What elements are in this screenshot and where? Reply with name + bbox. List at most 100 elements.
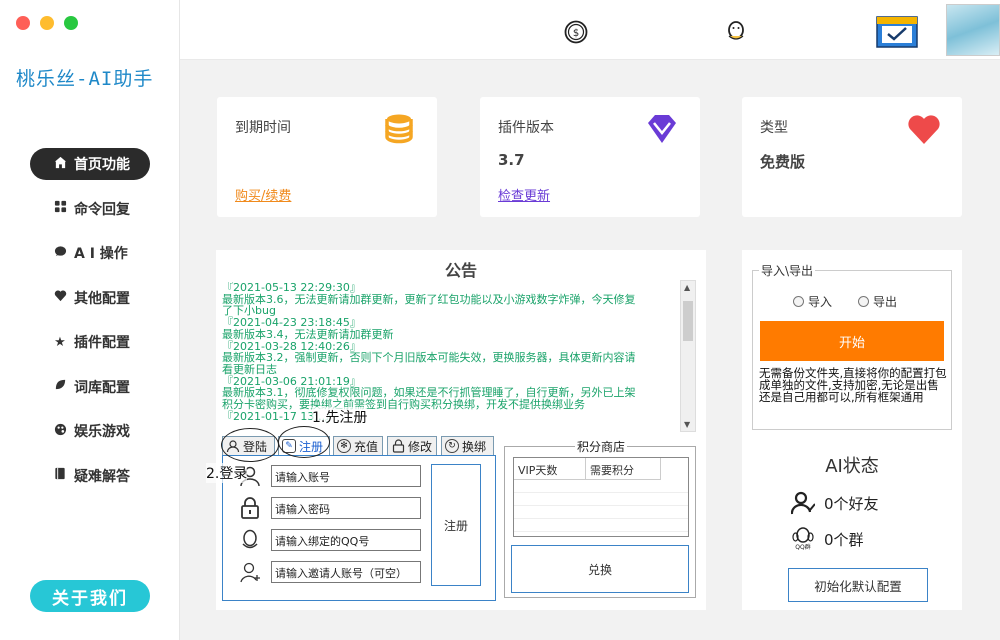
tab-label: 修改: [408, 439, 433, 454]
star-icon: ★: [54, 334, 66, 350]
notice-scrollbar[interactable]: ▲ ▼: [680, 280, 696, 432]
annotation-step2: 2.登录: [206, 463, 248, 483]
coins-stack-icon: [381, 111, 417, 147]
redeem-button[interactable]: 兑换: [511, 545, 689, 593]
gear-icon: ✻: [337, 439, 351, 453]
shop-table[interactable]: VIP天数 需要积分: [513, 457, 689, 537]
annotation-circle-register: [278, 426, 330, 458]
groups-count-row: QQ群 0个群: [790, 526, 864, 552]
inviter-row: 请输入邀请人账号（可空）: [237, 560, 421, 584]
scroll-thumb[interactable]: [683, 301, 693, 341]
qq-number-input[interactable]: 请输入绑定的QQ号: [271, 529, 421, 551]
expiry-card: 到期时间 购买/续费: [217, 97, 437, 217]
sidebar-item-label: 首页功能: [74, 157, 130, 173]
refresh-icon: ↻: [445, 439, 459, 453]
qq-penguin-icon[interactable]: [724, 20, 748, 44]
app-title: 桃乐丝-AI助手: [16, 68, 154, 90]
radio-label: 导出: [873, 295, 898, 309]
sidebar-item-commands[interactable]: 命令回复: [30, 193, 150, 225]
import-export-title: 导入\导出: [759, 262, 816, 279]
heart-icon: [906, 111, 942, 147]
scroll-down-arrow-icon[interactable]: ▼: [684, 420, 690, 429]
sidebar-item-home[interactable]: 首页功能: [30, 148, 150, 180]
notice-line: 看更新日志: [222, 362, 277, 376]
notice-log[interactable]: 『2021-05-13 22:29:30』 最新版本3.6，无法更新请加群更新，…: [222, 282, 680, 430]
notice-line: 最新版本3.2，强制更新，否则下个月旧版本可能失效，更换服务器，具体更新内容请: [222, 351, 636, 365]
buy-renew-link[interactable]: 购买/续费: [235, 185, 291, 204]
account-input[interactable]: 请输入账号: [271, 465, 421, 487]
type-card: 类型 免费版: [742, 97, 962, 217]
side-panel: 导入\导出 导入 导出 开始 无需备份文件夹,直接将你的配置打包成单独的文件,支…: [742, 250, 962, 610]
account-row: 请输入账号: [237, 464, 421, 488]
diamond-icon: [644, 111, 680, 147]
export-radio[interactable]: 导出: [858, 293, 897, 310]
sidebar-item-games[interactable]: 娱乐游戏: [30, 415, 150, 447]
annotation-step1: 1.先注册: [312, 407, 368, 427]
heart-icon: [52, 289, 68, 306]
table-row: [514, 519, 688, 532]
radio-label: 导入: [808, 295, 833, 309]
import-export-options: 导入 导出: [793, 293, 897, 310]
tab-rebind[interactable]: ↻ 换绑: [441, 436, 494, 456]
import-export-description: 无需备份文件夹,直接将你的配置打包成单独的文件,支持加密,无论是出售还是自己用都…: [759, 366, 947, 404]
import-radio[interactable]: 导入: [793, 293, 832, 310]
init-default-config-button[interactable]: 初始化默认配置: [788, 568, 928, 602]
shop-column-header: 需要积分: [586, 458, 661, 480]
top-bar: $: [180, 0, 1000, 60]
check-update-link[interactable]: 检查更新: [498, 185, 550, 204]
lock-icon: [391, 439, 405, 453]
version-label: 插件版本: [498, 120, 554, 136]
tab-recharge[interactable]: ✻ 充值: [333, 436, 383, 456]
book-icon: [52, 467, 68, 484]
sidebar-item-label: 其他配置: [74, 290, 130, 307]
notice-line: 最新版本3.6，无法更新请加群更新，更新了红包功能以及小游戏数字炸弹，今天修复: [222, 292, 636, 306]
qq-group-badge: QQ群: [795, 544, 811, 551]
scroll-up-arrow-icon[interactable]: ▲: [684, 283, 690, 292]
type-label: 类型: [760, 120, 788, 136]
qq-row: 请输入绑定的QQ号: [237, 528, 421, 552]
sidebar-item-label: 插件配置: [74, 335, 130, 351]
maximize-window-button[interactable]: [64, 16, 78, 30]
sidebar-item-ai[interactable]: A I 操作: [30, 237, 150, 269]
user-avatar[interactable]: [946, 4, 1000, 56]
notice-line: 积分卡密购买，要换绑之前需签到自行购买积分换绑，开发不提供换绑业务: [222, 398, 585, 412]
password-input[interactable]: 请输入密码: [271, 497, 421, 519]
coin-icon[interactable]: $: [564, 20, 588, 44]
palette-icon: [52, 423, 68, 440]
sidebar: 桃乐丝-AI助手 首页功能 命令回复 A I 操作 其他配置 ★ 插件配置 词库…: [0, 0, 180, 640]
sidebar-item-other[interactable]: 其他配置: [30, 282, 150, 314]
inviter-input[interactable]: 请输入邀请人账号（可空）: [271, 561, 421, 583]
table-row: [514, 506, 688, 519]
start-button[interactable]: 开始: [760, 321, 944, 361]
tab-label: 充值: [354, 439, 379, 454]
version-card: 插件版本 3.7 检查更新: [480, 97, 700, 217]
home-icon: [52, 156, 68, 173]
close-window-button[interactable]: [16, 16, 30, 30]
annotation-circle-login: [221, 428, 279, 462]
expiry-label: 到期时间: [235, 120, 291, 136]
chat-icon: [52, 245, 68, 262]
sidebar-item-plugins[interactable]: ★ 插件配置: [30, 326, 150, 358]
svg-text:$: $: [573, 28, 579, 39]
version-value: 3.7: [498, 151, 525, 169]
radio-circle-icon: [858, 296, 870, 307]
grid-icon: [52, 200, 68, 217]
calendar-check-icon[interactable]: [876, 14, 918, 48]
notice-line: 『2021-01-17 13:..』: [222, 409, 337, 423]
minimize-window-button[interactable]: [40, 16, 54, 30]
sidebar-item-lexicon[interactable]: 词库配置: [30, 371, 150, 403]
tab-label: 换绑: [462, 439, 487, 454]
register-form: 请输入账号 请输入密码 请输入绑定的QQ号 请输入邀请人账号（可空） 注册: [222, 455, 496, 601]
sidebar-item-label: A I 操作: [74, 246, 128, 262]
groups-count: 0个群: [824, 530, 864, 549]
sidebar-item-faq[interactable]: 疑难解答: [30, 460, 150, 492]
about-us-button[interactable]: 关于我们: [30, 580, 150, 612]
sidebar-item-label: 疑难解答: [74, 468, 130, 485]
tab-modify[interactable]: 修改: [387, 436, 437, 456]
points-shop: 积分商店 VIP天数 需要积分 兑换: [504, 438, 696, 598]
radio-circle-icon: [793, 296, 804, 307]
sidebar-item-label: 词库配置: [74, 379, 130, 396]
notice-line: 最新版本3.4，无法更新请加群更新: [222, 327, 394, 341]
register-submit-button[interactable]: 注册: [431, 464, 481, 586]
notice-title: 公告: [444, 261, 477, 280]
